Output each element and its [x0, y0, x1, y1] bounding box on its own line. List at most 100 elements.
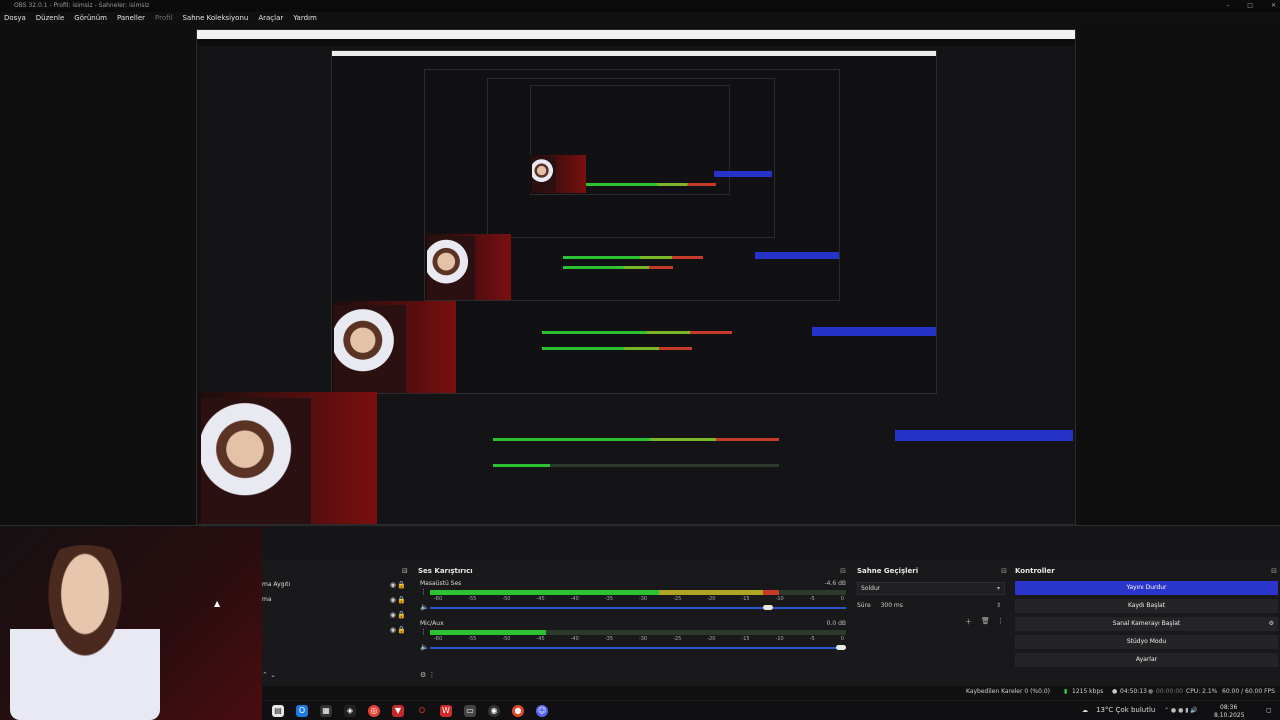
- streamer-webcam: [10, 545, 160, 720]
- lock-icon[interactable]: 🔒: [397, 594, 406, 606]
- stream-indicator-icon: ●: [1112, 688, 1118, 695]
- visibility-eye-icon[interactable]: ◉: [390, 594, 396, 606]
- settings-button[interactable]: Ayarlar: [1015, 653, 1278, 667]
- dock-menu-icon[interactable]: ⊟: [1271, 565, 1277, 577]
- transition-select[interactable]: Soldur ▾: [857, 582, 1005, 595]
- chevron-down-icon: ▾: [996, 585, 1000, 592]
- visibility-eye-icon[interactable]: ◉: [390, 579, 396, 591]
- clock-time[interactable]: 08:36: [1220, 704, 1237, 711]
- discord-icon[interactable]: ☺: [536, 705, 548, 717]
- dropped-frames: Kaybedilen Kareler 0 (%0.0): [966, 688, 1051, 695]
- window-titlebar: OBS 32.0.1 - Profil: isimsiz - Sahneler:…: [0, 0, 1280, 12]
- gear-icon[interactable]: ⚙: [1269, 617, 1274, 631]
- volume-slider-knob[interactable]: [836, 645, 846, 650]
- meter-tick-label: -45: [536, 636, 545, 642]
- menu-profile[interactable]: Profil: [155, 12, 172, 25]
- menu-view[interactable]: Görünüm: [74, 12, 107, 25]
- start-virtual-camera-button[interactable]: Sanal Kamerayı Başlat ⚙: [1015, 617, 1278, 631]
- controls-dock: Kontroller ⊟ Yayını Durdur Kaydı Başlat …: [1013, 565, 1280, 685]
- dock-menu-icon[interactable]: ⊟: [840, 565, 846, 577]
- studio-mode-button[interactable]: Stüdyo Modu: [1015, 635, 1278, 649]
- visibility-eye-icon[interactable]: ◉: [390, 609, 396, 621]
- meter-tick-label: -15: [741, 636, 750, 642]
- chrome-icon[interactable]: ◎: [368, 705, 380, 717]
- meter-tick-label: -60: [434, 596, 443, 602]
- meter-tick-label: 0: [840, 636, 844, 642]
- volume-meter: [430, 590, 846, 595]
- nested-titlebar: [197, 30, 1075, 39]
- meter-tick-label: -40: [570, 636, 579, 642]
- add-icon[interactable]: ＋: [965, 617, 972, 627]
- firefox-icon[interactable]: ●: [512, 705, 524, 717]
- source-item[interactable]: ◉ 🔒: [262, 624, 412, 636]
- meter-tick-label: -40: [570, 596, 579, 602]
- window-title: OBS 32.0.1 - Profil: isimsiz - Sahneler:…: [14, 2, 150, 9]
- webcam-thumbnail-3: [334, 305, 406, 393]
- dock-menu-icon[interactable]: ⊟: [1001, 565, 1007, 577]
- duration-label: Süre: [857, 602, 871, 609]
- duration-input[interactable]: 300 ms: [881, 602, 903, 609]
- mute-speaker-icon[interactable]: 🔈: [420, 643, 429, 651]
- system-tray-icons[interactable]: ⌃ ● ● ▮ 🔊: [1164, 707, 1198, 714]
- mute-speaker-icon[interactable]: 🔈: [420, 603, 429, 611]
- start-recording-button[interactable]: Kaydı Başlat: [1015, 599, 1278, 613]
- volume-slider[interactable]: [430, 605, 846, 610]
- status-bar: Kaybedilen Kareler 0 (%0.0) ▮ 1215 kbps …: [262, 686, 1280, 698]
- trash-icon[interactable]: 🗑: [981, 617, 990, 625]
- menu-tools[interactable]: Araçlar: [258, 12, 283, 25]
- minimize-icon[interactable]: –: [1226, 0, 1229, 12]
- menu-scene-collection[interactable]: Sahne Koleksiyonu: [182, 12, 248, 25]
- preview-canvas[interactable]: [196, 29, 1076, 525]
- record-indicator-icon: ●: [1148, 688, 1154, 695]
- track-settings-icon[interactable]: ⋮: [420, 588, 427, 596]
- visibility-eye-icon[interactable]: ◉: [390, 624, 396, 636]
- source-item[interactable]: ma ◉ 🔒: [262, 594, 412, 606]
- nested-menubar: [197, 39, 1075, 46]
- opera-icon[interactable]: O: [416, 705, 428, 717]
- weather-icon[interactable]: ☁: [1082, 707, 1088, 714]
- menu-edit[interactable]: Düzenle: [36, 12, 65, 25]
- window-controls: – □ ✕: [1226, 0, 1276, 12]
- source-item[interactable]: ◉ 🔒: [262, 609, 412, 621]
- menu-bar: Dosya Düzenle Görünüm Paneller Profil Sa…: [0, 12, 1280, 25]
- nested-window-3: [424, 69, 840, 301]
- spinner-icon[interactable]: ⇕: [996, 599, 1001, 612]
- files-icon[interactable]: ▭: [464, 705, 476, 717]
- move-up-icon[interactable]: ⌃ ⌄: [262, 671, 276, 679]
- weather[interactable]: 13°C Çok bulutlu: [1096, 707, 1155, 714]
- mixer-advanced-icon[interactable]: ⚙ ⋮: [420, 671, 436, 679]
- lock-icon[interactable]: 🔒: [397, 579, 406, 591]
- source-item[interactable]: ma Aygıtı ◉ 🔒: [262, 579, 412, 591]
- webcam-overlay: ▲: [0, 527, 262, 720]
- menu-docks[interactable]: Paneller: [117, 12, 145, 25]
- outlook-icon[interactable]: O: [296, 705, 308, 717]
- notifications-icon[interactable]: ▢: [1266, 707, 1272, 714]
- more-icon[interactable]: ⋮: [997, 617, 1004, 625]
- dock-settings-icon[interactable]: ⊟: [402, 567, 408, 575]
- nested-window-2: [331, 50, 937, 394]
- office-icon[interactable]: W: [440, 705, 452, 717]
- meter-tick-label: -5: [809, 596, 815, 602]
- lock-icon[interactable]: 🔒: [397, 624, 406, 636]
- file-explorer-icon[interactable]: ▤: [272, 705, 284, 717]
- scene-transitions-dock: Sahne Geçişleri ⊟ Soldur ▾ Süre 300 ms ⇕ …: [853, 565, 1010, 685]
- brave-icon[interactable]: ▼: [392, 705, 404, 717]
- volume-slider-knob[interactable]: [762, 605, 773, 610]
- app-icon[interactable]: ◈: [344, 705, 356, 717]
- track-db: -4.6 dB: [824, 580, 846, 587]
- menu-file[interactable]: Dosya: [4, 12, 26, 25]
- sources-dock: ⊟ ma Aygıtı ◉ 🔒 ma ◉ 🔒 ◉ 🔒 ◉ 🔒 ⌃ ⌄: [262, 565, 412, 685]
- menu-help[interactable]: Yardım: [293, 12, 317, 25]
- clock-date[interactable]: 8.10.2025: [1214, 712, 1245, 719]
- stream-time: 04:50:13: [1120, 688, 1147, 695]
- stop-stream-button[interactable]: Yayını Durdur: [1015, 581, 1278, 595]
- close-icon[interactable]: ✕: [1271, 0, 1276, 12]
- task-view-icon[interactable]: ▦: [320, 705, 332, 717]
- maximize-icon[interactable]: □: [1247, 0, 1253, 12]
- track-settings-icon[interactable]: ⋮: [420, 628, 427, 636]
- obs-icon[interactable]: ◉: [488, 705, 500, 717]
- volume-slider[interactable]: [430, 645, 846, 650]
- meter-tick-label: -50: [502, 596, 511, 602]
- lock-icon[interactable]: 🔒: [397, 609, 406, 621]
- meter-ticks: -60 -55 -50 -45 -40 -35 -30 -25 -20 -15 -10 -5 0: [434, 636, 844, 642]
